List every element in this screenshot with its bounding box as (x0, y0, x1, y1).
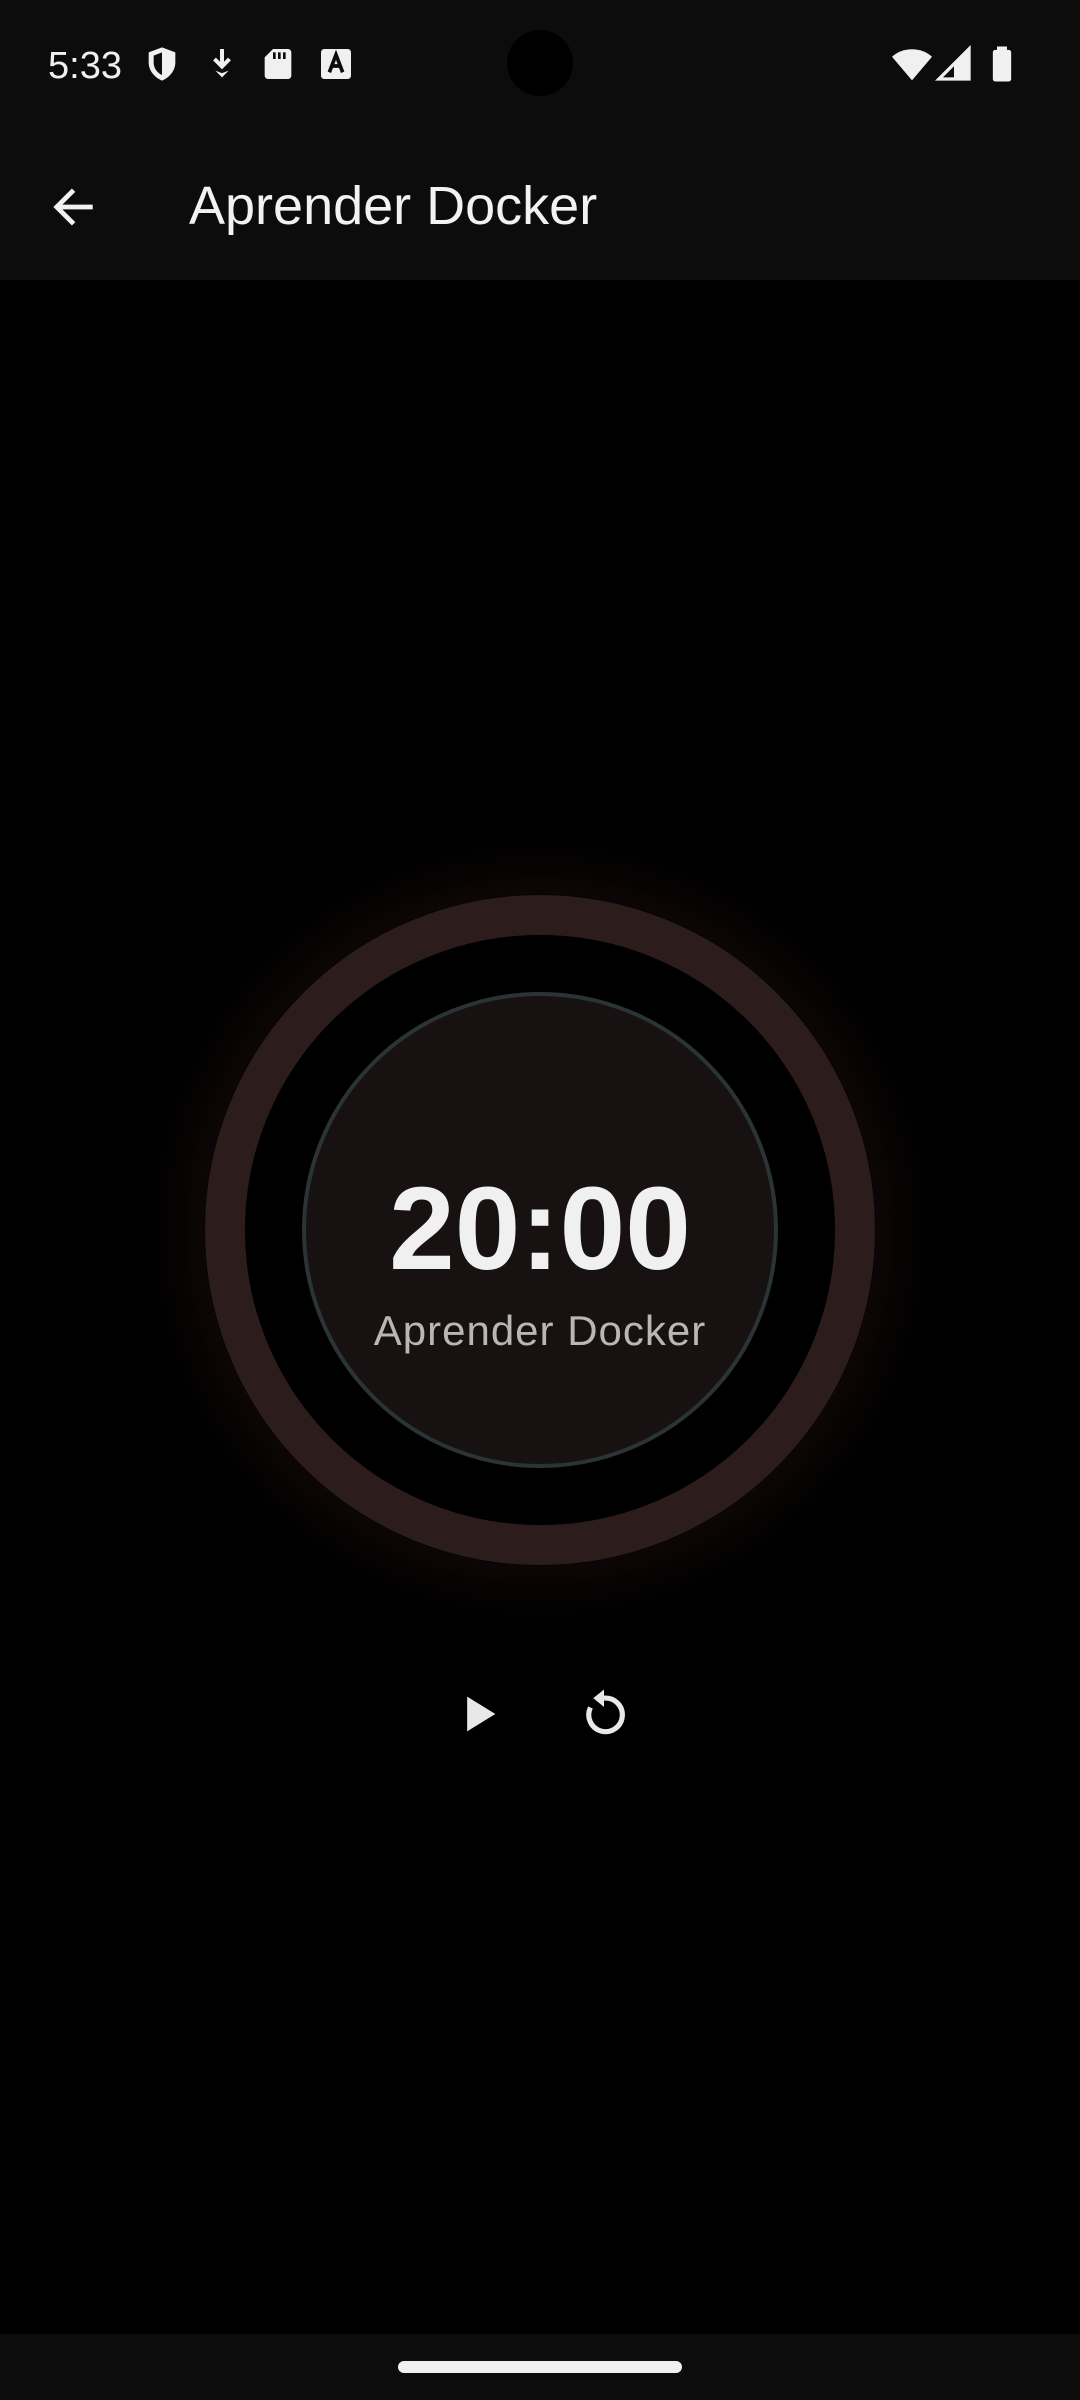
sd-card-icon (258, 44, 298, 84)
play-icon (467, 1696, 496, 1732)
battery-icon (982, 44, 1022, 84)
status-bar: 5:33 (0, 0, 1080, 132)
page-title: Aprender Docker (189, 176, 598, 236)
timer-display: 20:00 Aprender Docker (204, 894, 876, 1566)
camera-cutout (507, 30, 573, 96)
wifi-icon (890, 44, 934, 84)
timer-screen: 5:33 Aprender Docker 20:00 Aprender Dock… (0, 0, 1080, 2400)
text-a-icon (316, 44, 356, 84)
play-button[interactable] (440, 1676, 516, 1752)
vpn-shield-icon (142, 44, 182, 84)
status-time: 5:33 (48, 45, 122, 87)
cell-signal-icon (934, 44, 974, 84)
reset-icon (586, 1689, 625, 1735)
download-icon (202, 44, 242, 84)
navigation-bar (0, 2334, 1080, 2400)
reset-button[interactable] (566, 1676, 642, 1752)
timer-time: 20:00 (389, 1163, 691, 1295)
home-indicator[interactable] (398, 2361, 682, 2373)
back-button[interactable] (34, 168, 112, 246)
app-bar: Aprender Docker (0, 132, 1080, 280)
timer-task-label: Aprender Docker (373, 1307, 707, 1354)
arrow-back-icon (53, 188, 93, 226)
